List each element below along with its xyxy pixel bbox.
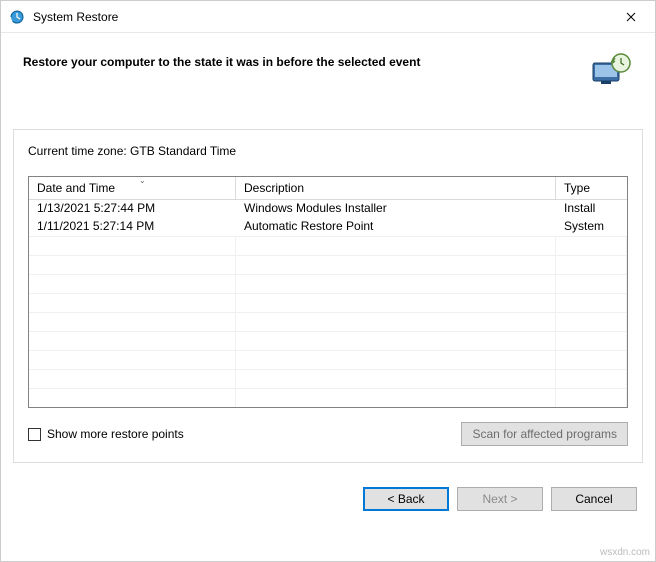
table-body: 1/13/2021 5:27:44 PM Windows Modules Ins… xyxy=(29,200,627,407)
watermark: wsxdn.com xyxy=(600,547,650,558)
window-title: System Restore xyxy=(33,10,609,24)
titlebar: System Restore xyxy=(1,1,655,33)
cell-description: Automatic Restore Point xyxy=(236,218,556,236)
table-row[interactable]: 1/11/2021 5:27:14 PM Automatic Restore P… xyxy=(29,218,627,236)
cell-datetime: 1/11/2021 5:27:14 PM xyxy=(29,218,236,236)
page-title: Restore your computer to the state it wa… xyxy=(23,51,589,69)
restore-points-table: Date and Time ⌄ Description Type 1/13/20… xyxy=(28,176,628,408)
content-panel: Current time zone: GTB Standard Time Dat… xyxy=(13,129,643,463)
column-header-type-label: Type xyxy=(564,181,590,195)
next-button: Next > xyxy=(457,487,543,511)
show-more-checkbox[interactable]: Show more restore points xyxy=(28,427,184,441)
scan-affected-button: Scan for affected programs xyxy=(461,422,628,446)
cell-description: Windows Modules Installer xyxy=(236,200,556,218)
checkbox-box-icon xyxy=(28,428,41,441)
cell-type: Install xyxy=(556,200,627,218)
column-header-description[interactable]: Description xyxy=(236,177,556,200)
close-button[interactable] xyxy=(609,2,653,32)
column-header-datetime[interactable]: Date and Time ⌄ xyxy=(29,177,236,200)
column-header-description-label: Description xyxy=(244,181,304,195)
sort-indicator-icon: ⌄ xyxy=(139,176,146,185)
empty-rows xyxy=(29,236,627,407)
wizard-footer: < Back Next > Cancel xyxy=(1,473,655,527)
show-more-label: Show more restore points xyxy=(47,427,184,441)
page-header: Restore your computer to the state it wa… xyxy=(1,33,655,109)
table-header: Date and Time ⌄ Description Type xyxy=(29,177,627,200)
cell-datetime: 1/13/2021 5:27:44 PM xyxy=(29,200,236,218)
back-button[interactable]: < Back xyxy=(363,487,449,511)
timezone-label: Current time zone: GTB Standard Time xyxy=(28,144,628,158)
cancel-button[interactable]: Cancel xyxy=(551,487,637,511)
table-row[interactable]: 1/13/2021 5:27:44 PM Windows Modules Ins… xyxy=(29,200,627,218)
monitor-clock-icon xyxy=(589,51,633,91)
system-restore-icon xyxy=(9,9,25,25)
options-row: Show more restore points Scan for affect… xyxy=(28,422,628,446)
column-header-type[interactable]: Type xyxy=(556,177,627,200)
column-header-datetime-label: Date and Time xyxy=(37,181,115,195)
cell-type: System xyxy=(556,218,627,236)
